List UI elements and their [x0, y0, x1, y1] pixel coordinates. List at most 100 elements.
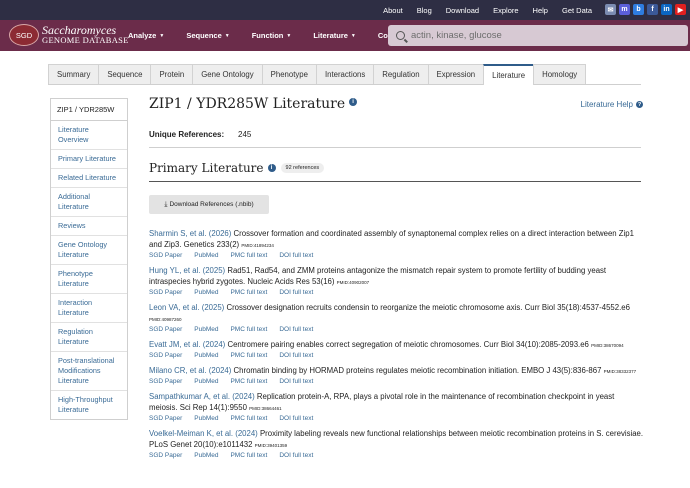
tab-interactions[interactable]: Interactions — [315, 64, 375, 84]
tab-gene-ontology[interactable]: Gene Ontology — [192, 64, 263, 84]
reference-authors-link[interactable]: Hung YL, et al. (2025) — [149, 266, 225, 275]
pubmed-link[interactable]: PubMed — [194, 352, 218, 359]
download-link[interactable]: Download — [446, 6, 479, 15]
doi-full-text-link[interactable]: DOI full text — [279, 252, 313, 259]
tab-sequence[interactable]: Sequence — [98, 64, 152, 84]
sgd-paper-link[interactable]: SGD Paper — [149, 378, 182, 385]
literature-help-link[interactable]: Literature Help? — [581, 100, 643, 109]
linkedin-icon[interactable]: in — [661, 4, 672, 15]
sgd-paper-link[interactable]: SGD Paper — [149, 252, 182, 259]
pmc-full-text-link[interactable]: PMC full text — [230, 326, 267, 333]
reference-authors-link[interactable]: Milano CR, et al. (2024) — [149, 366, 231, 375]
sidebar-item-phenotype-literature[interactable]: Phenotype Literature — [51, 265, 127, 294]
doi-full-text-link[interactable]: DOI full text — [279, 289, 313, 296]
email-icon[interactable]: ✉ — [605, 4, 616, 15]
sgd-paper-link[interactable]: SGD Paper — [149, 452, 182, 459]
reference-authors-link[interactable]: Sharmin S, et al. (2026) — [149, 229, 231, 238]
sidebar-item-primary-literature[interactable]: Primary Literature — [51, 150, 127, 169]
pubmed-link[interactable]: PubMed — [194, 289, 218, 296]
reference-item: Milano CR, et al. (2024) Chromatin bindi… — [149, 365, 644, 385]
info-icon[interactable]: i — [349, 98, 358, 106]
get-data-link[interactable]: Get Data — [562, 6, 592, 15]
sgd-paper-link[interactable]: SGD Paper — [149, 326, 182, 333]
divider — [149, 147, 641, 148]
about-link[interactable]: About — [383, 6, 403, 15]
sidebar-item-post-translational-modifications-literature[interactable]: Post-translational Modifications Literat… — [51, 352, 127, 391]
sidebar-header[interactable]: ZIP1 / YDR285W — [51, 99, 127, 121]
pmc-full-text-link[interactable]: PMC full text — [230, 352, 267, 359]
sidebar-item-gene-ontology-literature[interactable]: Gene Ontology Literature — [51, 236, 127, 265]
tab-homology[interactable]: Homology — [533, 64, 587, 84]
pubmed-link[interactable]: PubMed — [194, 378, 218, 385]
facebook-icon[interactable]: f — [647, 4, 658, 15]
explore-link[interactable]: Explore — [493, 6, 518, 15]
pmc-full-text-link[interactable]: PMC full text — [230, 452, 267, 459]
reference-citation: Crossover designation recruits condensin… — [224, 303, 630, 312]
search-icon[interactable] — [396, 31, 405, 40]
tab-summary[interactable]: Summary — [48, 64, 100, 84]
doi-full-text-link[interactable]: DOI full text — [279, 326, 313, 333]
pubmed-link[interactable]: PubMed — [194, 252, 218, 259]
info-icon[interactable]: i — [267, 164, 276, 172]
tab-regulation[interactable]: Regulation — [373, 64, 429, 84]
nav-sequence[interactable]: Sequence ▼ — [186, 31, 229, 40]
unique-refs-value: 245 — [238, 130, 252, 139]
pubmed-link[interactable]: PubMed — [194, 415, 218, 422]
doi-full-text-link[interactable]: DOI full text — [279, 452, 313, 459]
pmc-full-text-link[interactable]: PMC full text — [230, 252, 267, 259]
doi-full-text-link[interactable]: DOI full text — [279, 378, 313, 385]
pubmed-link[interactable]: PubMed — [194, 326, 218, 333]
doi-full-text-link[interactable]: DOI full text — [279, 415, 313, 422]
top-links: About Blog Download Explore Help Get Dat… — [383, 0, 592, 20]
sgd-paper-link[interactable]: SGD Paper — [149, 415, 182, 422]
sidebar-item-literature-overview[interactable]: Literature Overview — [51, 121, 127, 150]
reference-authors-link[interactable]: Sampathkumar A, et al. (2024) — [149, 392, 255, 401]
sidebar-item-reviews[interactable]: Reviews — [51, 217, 127, 236]
tab-expression[interactable]: Expression — [427, 64, 485, 84]
download-references-button[interactable]: ⤓ Download References (.nbib) — [149, 195, 269, 214]
search-input[interactable] — [411, 30, 671, 41]
sgd-paper-link[interactable]: SGD Paper — [149, 289, 182, 296]
reference-pmid: PMID:41894234 — [241, 243, 274, 248]
nav-function[interactable]: Function ▼ — [252, 31, 292, 40]
logo-badge: SGD — [9, 24, 39, 46]
sidebar-item-high-throughput-literature[interactable]: High-Throughput Literature — [51, 391, 127, 419]
tab-protein[interactable]: Protein — [150, 64, 194, 84]
bluesky-icon[interactable]: b — [633, 4, 644, 15]
pubmed-link[interactable]: PubMed — [194, 452, 218, 459]
section-divider — [149, 181, 641, 182]
sidebar-nav: ZIP1 / YDR285W Literature Overview Primar… — [50, 98, 128, 420]
chevron-down-icon: ▼ — [159, 32, 165, 39]
chevron-down-icon: ▼ — [224, 32, 230, 39]
doi-full-text-link[interactable]: DOI full text — [279, 352, 313, 359]
reference-authors-link[interactable]: Voelkel-Meiman K, et al. (2024) — [149, 429, 258, 438]
logo-line1: Saccharomyces — [42, 23, 117, 37]
sidebar-item-additional-literature[interactable]: Additional Literature — [51, 188, 127, 217]
sidebar-item-regulation-literature[interactable]: Regulation Literature — [51, 323, 127, 352]
pmc-full-text-link[interactable]: PMC full text — [230, 289, 267, 296]
chevron-down-icon: ▼ — [286, 32, 292, 39]
tab-phenotype[interactable]: Phenotype — [261, 64, 317, 84]
locus-tabs: Summary Sequence Protein Gene Ontology Pheno… — [48, 64, 641, 85]
reference-item: Leon VA, et al. (2025) Crossover designa… — [149, 302, 644, 333]
sgd-logo[interactable]: SGD Saccharomyces GENOME DATABASE — [9, 24, 129, 46]
download-icon: ⤓ — [164, 200, 168, 208]
reference-authors-link[interactable]: Leon VA, et al. (2025) — [149, 303, 224, 312]
reference-item: Evatt JM, et al. (2024) Centromere pairi… — [149, 339, 644, 359]
pmc-full-text-link[interactable]: PMC full text — [230, 415, 267, 422]
help-link[interactable]: Help — [533, 6, 548, 15]
sidebar-item-interaction-literature[interactable]: Interaction Literature — [51, 294, 127, 323]
sgd-paper-link[interactable]: SGD Paper — [149, 352, 182, 359]
unique-refs-label: Unique References: — [149, 130, 225, 139]
tab-literature[interactable]: Literature — [483, 64, 535, 85]
sidebar-item-related-literature[interactable]: Related Literature — [51, 169, 127, 188]
nav-analyze[interactable]: Analyze ▼ — [128, 31, 164, 40]
reference-pmid: PMID:38664461 — [249, 406, 282, 411]
blog-link[interactable]: Blog — [417, 6, 432, 15]
reference-list: Sharmin S, et al. (2026) Crossover forma… — [149, 228, 644, 465]
pmc-full-text-link[interactable]: PMC full text — [230, 378, 267, 385]
nav-literature[interactable]: Literature ▼ — [313, 31, 356, 40]
reference-authors-link[interactable]: Evatt JM, et al. (2024) — [149, 340, 225, 349]
mastodon-icon[interactable]: m — [619, 4, 630, 15]
youtube-icon[interactable]: ▶ — [675, 4, 686, 15]
